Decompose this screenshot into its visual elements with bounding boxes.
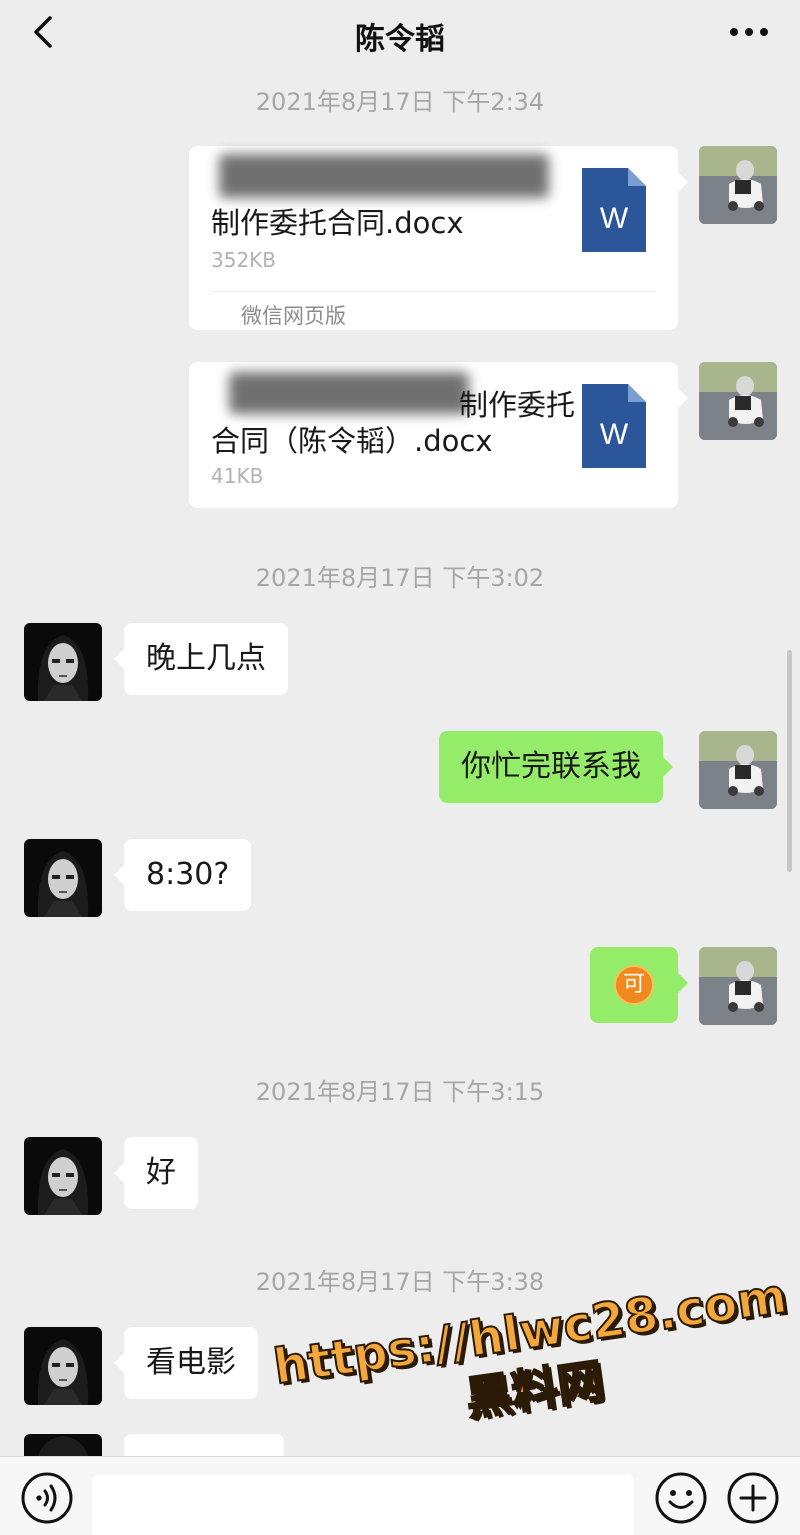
input-toolbar	[0, 1456, 800, 1535]
timestamp: 2021年8月17日 下午3:02	[255, 564, 545, 592]
file-size: 352KB	[211, 248, 277, 272]
avatar-contact-icon	[24, 839, 102, 917]
plus-icon	[727, 1472, 779, 1524]
file-name-line2: 合同（陈令韬）.docx	[211, 424, 493, 458]
more-button[interactable]	[726, 14, 772, 50]
voice-button[interactable]	[20, 1471, 74, 1525]
avatar[interactable]	[24, 623, 102, 701]
more-dots-icon	[730, 28, 768, 36]
emoji-button[interactable]	[654, 1471, 708, 1525]
word-doc-icon: W	[582, 384, 646, 468]
message-input[interactable]	[92, 1475, 634, 1535]
avatar[interactable]	[24, 1137, 102, 1215]
word-icon-label: W	[600, 418, 629, 451]
message-bubble[interactable]: 你忙完联系我	[439, 731, 673, 803]
chat-title: 陈令韬	[355, 22, 445, 57]
avatar-contact-icon	[24, 1137, 102, 1215]
avatar[interactable]	[24, 1434, 102, 1456]
message-bubble[interactable]: 晚上几点	[114, 623, 288, 695]
avatar-contact-icon	[24, 1327, 102, 1405]
avatar[interactable]	[24, 1327, 102, 1405]
file-source: 微信网页版	[241, 304, 346, 328]
file-message[interactable]: 制作委托合同.docx 352KB 微信网页版 W	[189, 146, 688, 330]
word-icon-label: W	[600, 202, 629, 235]
redaction-blur	[229, 372, 469, 414]
avatar[interactable]	[699, 362, 777, 440]
word-doc-icon: W	[582, 168, 646, 252]
message-bubble[interactable]: 好	[114, 1137, 198, 1209]
avatar[interactable]	[699, 146, 777, 224]
avatar-contact-icon	[24, 1434, 102, 1456]
avatar[interactable]	[24, 839, 102, 917]
message-bubble[interactable]: 8:30?	[113, 839, 252, 911]
avatar[interactable]	[699, 731, 777, 809]
redaction-blur	[219, 154, 549, 198]
avatar-self-icon	[699, 731, 777, 809]
timestamp: 2021年8月17日 下午3:15	[255, 1078, 545, 1106]
avatar-self-icon	[699, 362, 777, 440]
divider	[211, 291, 656, 292]
file-message[interactable]: 制作委托 合同（陈令韬）.docx 41KB W	[189, 362, 688, 508]
avatar[interactable]	[699, 947, 777, 1025]
plus-button[interactable]	[726, 1471, 780, 1525]
file-size: 41KB	[211, 464, 264, 488]
emoji-icon	[655, 1472, 707, 1524]
message-bubble[interactable]: 看电影	[114, 1327, 258, 1399]
avatar-self-icon	[699, 146, 777, 224]
avatar-contact-icon	[24, 623, 102, 701]
scrollbar[interactable]	[787, 650, 792, 872]
message-bubble[interactable]: 可	[590, 947, 688, 1023]
timestamp: 2021年8月17日 下午2:34	[255, 88, 545, 116]
navigation-bar: 陈令韬	[0, 0, 800, 66]
file-name-line1: 制作委托	[459, 388, 576, 422]
emoji-badge: 可	[614, 965, 654, 1005]
message-bubble-partial[interactable]	[124, 1434, 284, 1456]
file-name: 制作委托合同.docx	[211, 206, 464, 240]
voice-icon	[21, 1472, 73, 1524]
avatar-self-icon	[699, 947, 777, 1025]
